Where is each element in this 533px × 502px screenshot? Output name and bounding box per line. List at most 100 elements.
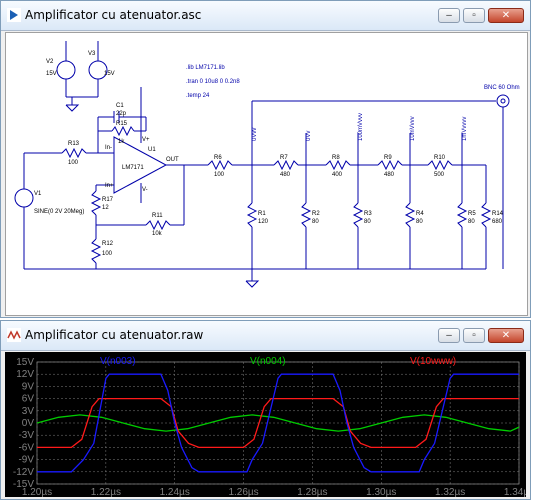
- bnc-label: BNC 60 Ohm: [484, 85, 520, 91]
- r4-resistor[interactable]: [404, 202, 416, 228]
- x-tick-label: 1.20µs: [22, 487, 52, 497]
- r12-resistor[interactable]: [90, 238, 102, 264]
- plot-close-button[interactable]: ✕: [488, 328, 524, 343]
- r10-name-label: R10: [434, 155, 446, 161]
- r7-resistor[interactable]: [273, 159, 299, 171]
- r9-name-label: R9: [384, 155, 392, 161]
- trace-label-n004[interactable]: V(n004): [250, 356, 286, 367]
- trace-label-ww[interactable]: V(10www): [410, 356, 456, 367]
- r6-resistor[interactable]: [207, 159, 233, 171]
- schematic-titlebar[interactable]: Amplificator cu atenuator.asc – ▫ ✕: [1, 1, 530, 31]
- x-axis-ticks: 1.20µs 1.22µs 1.24µs 1.26µs 1.28µs 1.30µs 1.32…: [22, 487, 533, 498]
- bnc-connector-symbol[interactable]: [496, 94, 510, 108]
- r3-value-label: 80: [364, 219, 371, 225]
- minimize-icon: –: [446, 10, 452, 21]
- x-tick-label: 1.24µs: [160, 487, 190, 497]
- r15-resistor[interactable]: [111, 125, 135, 137]
- schematic-close-button[interactable]: ✕: [488, 8, 524, 23]
- y-tick-label: 9V: [22, 381, 35, 392]
- plot-minimize-button[interactable]: –: [438, 328, 460, 343]
- r11-resistor[interactable]: [145, 219, 171, 231]
- x-tick-label: 1.28µs: [297, 487, 327, 497]
- r10-value-label: 500: [434, 172, 445, 178]
- r15-name-label: R15: [116, 121, 128, 127]
- x-tick-label: 1.26µs: [228, 487, 258, 497]
- schematic-restore-button[interactable]: ▫: [463, 8, 485, 23]
- waveform-plot-pane[interactable]: 15V 12V 9V 6V 3V 0V -3V -6V -9V -12V -15V 1.20µs 1.…: [5, 352, 533, 498]
- ground-symbol: [65, 104, 80, 112]
- r3-name-label: R3: [364, 211, 372, 217]
- r8-name-label: R8: [332, 155, 340, 161]
- temp-directive[interactable]: .temp 24: [186, 93, 210, 99]
- tran-directive[interactable]: .tran 0 10u8 0 0.2n8: [186, 79, 240, 85]
- r8-resistor[interactable]: [325, 159, 351, 171]
- plot-titlebar[interactable]: Amplificator cu atenuator.raw – ▫ ✕: [1, 321, 530, 351]
- plot-window: Amplificator cu atenuator.raw – ▫ ✕ 15V 1…: [0, 320, 533, 500]
- net-label-0vvv: 0Vvv: [252, 128, 258, 141]
- y-tick-label: -12V: [13, 467, 34, 478]
- r12-value-label: 100: [102, 251, 113, 257]
- v3-value-label: 15V: [104, 71, 115, 77]
- r11-name-label: R11: [152, 213, 163, 219]
- opamp-inplus-label: In+: [105, 183, 114, 189]
- y-tick-label: 15V: [16, 357, 34, 368]
- net-label-0vv: 0Vv: [306, 131, 312, 141]
- r7-value-label: 480: [280, 172, 291, 178]
- r4-name-label: R4: [416, 211, 424, 217]
- plot-window-title: Amplificator cu atenuator.raw: [25, 328, 204, 342]
- r7-name-label: R7: [280, 155, 288, 161]
- r17-resistor[interactable]: [90, 190, 102, 216]
- r14-value-label: 680: [492, 219, 503, 225]
- y-tick-label: 0V: [22, 418, 35, 429]
- y-tick-label: -6V: [18, 442, 34, 453]
- r10-resistor[interactable]: [427, 159, 453, 171]
- c1-name-label: C1: [116, 103, 124, 109]
- x-tick-label: 1.34µs: [504, 487, 526, 497]
- schematic-window-title: Amplificator cu atenuator.asc: [25, 8, 202, 22]
- schematic-canvas[interactable]: V2 15V V3 15V V1 SINE(0 2V 20Meg) C1 22p…: [5, 32, 528, 316]
- r8-value-label: 400: [332, 172, 343, 178]
- r3-resistor[interactable]: [352, 202, 364, 228]
- opamp-vminus-label: V-: [142, 187, 148, 193]
- r2-value-label: 80: [312, 219, 319, 225]
- schematic-drawing[interactable]: V2 15V V3 15V V1 SINE(0 2V 20Meg) C1 22p…: [6, 33, 527, 315]
- r13-name-label: R13: [68, 141, 80, 147]
- close-icon: ✕: [501, 10, 511, 21]
- y-tick-label: -3V: [18, 430, 34, 441]
- lib-directive[interactable]: .lib LM7171.lib: [186, 65, 225, 71]
- r14-name-label: R14: [492, 211, 504, 217]
- r17-value-label: 12: [102, 205, 109, 211]
- plot-restore-button[interactable]: ▫: [463, 328, 485, 343]
- r13-value-label: 100: [68, 160, 79, 166]
- r5-value-label: 80: [468, 219, 475, 225]
- r1-value-label: 120: [258, 219, 269, 225]
- r14-resistor[interactable]: [480, 202, 492, 228]
- r13-resistor[interactable]: [61, 147, 87, 159]
- v2-source-symbol[interactable]: [56, 60, 76, 80]
- r5-resistor[interactable]: [456, 202, 468, 228]
- bnc-connector-pin: [500, 98, 506, 104]
- waveform-chart[interactable]: 15V12V9V6V3V0V-3V-6V-9V-12V-15V 1.20µs 1.…: [5, 352, 533, 498]
- opamp-part-label: LM7171: [122, 165, 144, 171]
- c1-value-label: 22p: [116, 111, 127, 117]
- v1-source-symbol[interactable]: [14, 188, 34, 208]
- v1-value-label: SINE(0 2V 20Meg): [34, 209, 84, 215]
- r17-name-label: R17: [102, 197, 114, 203]
- restore-icon: ▫: [472, 330, 476, 341]
- r12-name-label: R12: [102, 241, 114, 247]
- r2-resistor[interactable]: [300, 202, 312, 228]
- schematic-minimize-button[interactable]: –: [438, 8, 460, 23]
- r9-value-label: 480: [384, 172, 395, 178]
- net-label-100mvvvv: 100mVvvv: [358, 113, 364, 141]
- x-tick-label: 1.32µs: [435, 487, 465, 497]
- ground-symbol: [245, 280, 260, 288]
- ltspice-app-icon: [7, 8, 21, 22]
- r9-resistor[interactable]: [377, 159, 403, 171]
- y-tick-label: 6V: [22, 394, 35, 405]
- r2-name-label: R2: [312, 211, 320, 217]
- opamp-vplus-label: V+: [142, 137, 150, 143]
- trace-label-n003[interactable]: V(n003): [100, 356, 136, 367]
- r1-resistor[interactable]: [246, 202, 258, 228]
- close-icon: ✕: [501, 330, 511, 341]
- net-label-1mvvvvv: 1mVvvvv: [462, 117, 468, 141]
